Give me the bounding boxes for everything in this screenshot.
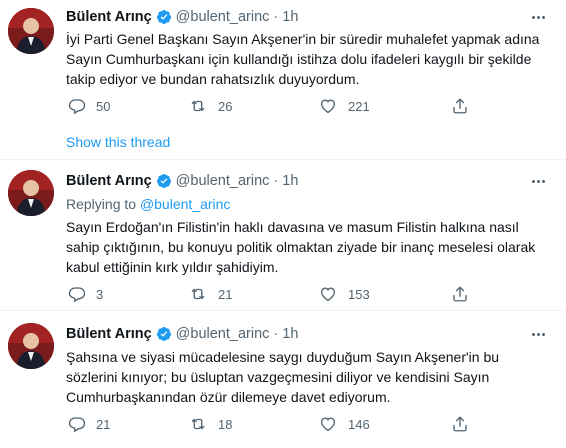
separator-dot: · <box>273 326 279 342</box>
share-button[interactable] <box>451 96 469 116</box>
heart-icon <box>320 99 336 114</box>
avatar-image <box>8 8 54 54</box>
share-icon <box>453 98 467 114</box>
retweet-count: 26 <box>218 98 233 114</box>
share-button[interactable] <box>451 284 469 304</box>
reply-icon <box>68 417 86 433</box>
verified-badge-icon <box>156 9 172 25</box>
reply-icon <box>68 287 86 303</box>
tweet-text-line: Cumhurbaşkanından özür dilemeye davet ed… <box>66 389 391 405</box>
tweet-header: Bülent Arınç @bulent_arinc · 1h <box>66 325 298 343</box>
heart-icon <box>320 287 336 302</box>
tweet-text: Sayın Erdoğan'ın Filistin'in haklı davas… <box>66 217 546 277</box>
avatar-image <box>8 323 54 369</box>
avatar[interactable] <box>8 170 54 216</box>
reply-count: 21 <box>96 416 111 432</box>
more-options-icon[interactable] <box>528 9 548 25</box>
heart-icon <box>320 417 336 432</box>
author-handle[interactable]: @bulent_arinc <box>176 9 270 25</box>
like-button[interactable]: 146 <box>318 415 370 433</box>
retweet-count: 21 <box>218 286 233 302</box>
avatar[interactable] <box>8 8 54 54</box>
reply-icon <box>68 99 86 115</box>
tweet-text-line: sözlerini kınıyor; bu üsluptan vazgeçmes… <box>66 369 490 385</box>
tweet-text: Şahsına ve siyasi mücadelesine saygı duy… <box>66 347 546 407</box>
reply-button[interactable]: 3 <box>68 285 103 303</box>
like-count: 153 <box>348 286 370 302</box>
like-button[interactable]: 153 <box>318 285 370 303</box>
share-button[interactable] <box>451 414 469 434</box>
tweet-timestamp[interactable]: 1h <box>282 173 298 189</box>
tweet-text-line: kabul ettiğinin kırk yıldır şahidiyim. <box>66 259 279 275</box>
replying-to: Replying to @bulent_arinc <box>66 196 230 212</box>
retweet-count: 18 <box>218 416 233 432</box>
avatar-image <box>8 170 54 216</box>
separator-dot: · <box>273 173 279 189</box>
tweet-actions: 21 18 146 <box>0 414 566 434</box>
tweet-text-line: İyi Parti Genel Başkanı Sayın Akşener'in… <box>66 31 540 47</box>
share-icon <box>453 286 467 302</box>
more-options-icon[interactable] <box>528 173 548 189</box>
like-count: 146 <box>348 416 370 432</box>
tweet-text-line: Sayın Cumhurbaşkanı için kullandığı isti… <box>66 51 532 67</box>
tweet-text-line: takip ediyor ve bundan rahatsızlık duyuy… <box>66 71 360 87</box>
tweet-actions: 50 26 221 <box>0 96 566 116</box>
avatar[interactable] <box>8 323 54 369</box>
author-name[interactable]: Bülent Arınç <box>66 326 152 342</box>
tweet-text-line: Sayın Erdoğan'ın Filistin'in haklı davas… <box>66 219 519 235</box>
tweet-timestamp[interactable]: 1h <box>282 326 298 342</box>
replying-to-label: Replying to <box>66 196 137 212</box>
tweet-header: Bülent Arınç @bulent_arinc · 1h <box>66 172 298 190</box>
tweet-1[interactable]: Bülent Arınç @bulent_arinc · 1h İyi Part… <box>0 0 566 126</box>
share-icon <box>453 416 467 432</box>
tweet-3[interactable]: Bülent Arınç @bulent_arinc · 1h Şahsına … <box>0 311 566 448</box>
author-name[interactable]: Bülent Arınç <box>66 173 152 189</box>
tweet-text-line: Şahsına ve siyasi mücadelesine saygı duy… <box>66 349 500 365</box>
tweet-actions: 3 21 153 <box>0 284 566 304</box>
tweet-header: Bülent Arınç @bulent_arinc · 1h <box>66 8 298 26</box>
verified-badge-icon <box>156 326 172 342</box>
tweet-text: İyi Parti Genel Başkanı Sayın Akşener'in… <box>66 29 546 89</box>
retweet-button[interactable]: 21 <box>188 285 232 303</box>
like-count: 221 <box>348 98 370 114</box>
retweet-icon <box>191 418 205 430</box>
author-handle[interactable]: @bulent_arinc <box>176 326 270 342</box>
verified-badge-icon <box>156 173 172 189</box>
tweet-timestamp[interactable]: 1h <box>282 9 298 25</box>
reply-count: 3 <box>96 286 104 302</box>
replying-to-handle-link[interactable]: @bulent_arinc <box>140 196 231 212</box>
author-name[interactable]: Bülent Arınç <box>66 9 152 25</box>
reply-count: 50 <box>96 98 111 114</box>
retweet-icon <box>191 100 205 112</box>
reply-button[interactable]: 21 <box>68 415 110 433</box>
tweet-text-line: sahip çıktığının, bu konuyu politik olma… <box>66 239 536 255</box>
more-options-icon[interactable] <box>528 326 548 342</box>
retweet-icon <box>191 288 205 300</box>
tweet-2[interactable]: Bülent Arınç @bulent_arinc · 1h Replying… <box>0 160 566 308</box>
like-button[interactable]: 221 <box>318 97 370 115</box>
retweet-button[interactable]: 26 <box>188 97 232 115</box>
separator-dot: · <box>273 9 279 25</box>
retweet-button[interactable]: 18 <box>188 415 232 433</box>
show-thread-link[interactable]: Show this thread <box>66 134 170 150</box>
author-handle[interactable]: @bulent_arinc <box>176 173 270 189</box>
reply-button[interactable]: 50 <box>68 97 110 115</box>
